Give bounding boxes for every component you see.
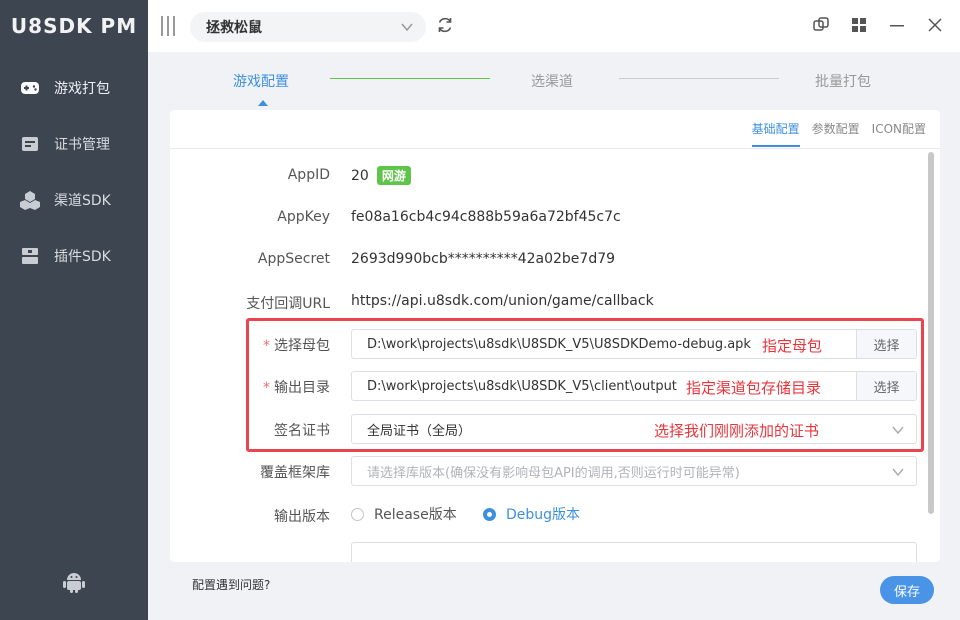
sidebar: U8SDK PM 游戏打包 证书管理 渠道SDK 插件SDK [0, 0, 148, 620]
tab-basic-config[interactable]: 基础配置 [751, 120, 800, 147]
certificate-icon [20, 134, 40, 154]
sidebar-item-label: 插件SDK [54, 249, 111, 265]
sidebar-item-plugin-sdk[interactable]: 插件SDK [0, 236, 148, 276]
plugin-icon [20, 246, 40, 266]
sidebar-item-label: 渠道SDK [54, 193, 111, 209]
sidebar-item-game-packaging[interactable]: 游戏打包 [0, 68, 148, 108]
chevron-down-icon [400, 20, 414, 38]
game-select-value: 拯救松鼠 [206, 20, 262, 36]
copy-window-icon[interactable] [812, 16, 830, 34]
appsecret-value: 2693d990bcb**********42a02be7d79 [351, 251, 616, 267]
scrollbar[interactable] [928, 152, 934, 514]
top-bar: 拯救松鼠 [148, 0, 960, 52]
android-icon[interactable] [62, 570, 86, 594]
grid-icon[interactable] [850, 16, 868, 34]
chevron-down-icon [892, 466, 904, 482]
step-batch-package[interactable]: 批量打包 [815, 71, 871, 91]
appid-value: 20 网游 [351, 166, 411, 185]
sidebar-item-label: 游戏打包 [54, 81, 110, 97]
active-step-caret [258, 100, 268, 106]
sidebar-item-certificates[interactable]: 证书管理 [0, 124, 148, 164]
highlight-box [246, 318, 924, 452]
appkey-value: fe08a16cb4c94c888b59a6a72bf45c7c [351, 209, 621, 225]
framework-select[interactable]: 请选择库版本(确保没有影响母包API的调用,否则运行时可能异常) [351, 456, 917, 486]
radio-debug-label: Debug版本 [506, 507, 581, 523]
minimize-icon[interactable] [888, 16, 906, 34]
gamepad-icon [20, 78, 40, 98]
radio-dot [351, 507, 364, 521]
step-connector [330, 78, 490, 79]
help-link[interactable]: 配置遇到问题? [192, 576, 270, 593]
step-connector [619, 78, 779, 79]
sidebar-item-label: 证书管理 [54, 137, 110, 153]
callback-url-value: https://api.u8sdk.com/union/game/callbac… [351, 293, 654, 309]
menu-icon[interactable] [160, 16, 176, 40]
game-select[interactable]: 拯救松鼠 [190, 12, 426, 42]
radio-debug[interactable]: Debug版本 [483, 504, 580, 524]
refresh-icon[interactable] [436, 16, 454, 38]
tab-icon-config[interactable]: ICON配置 [872, 120, 926, 147]
callback-url-label: 支付回调URL [246, 296, 330, 312]
appid-number: 20 [351, 168, 369, 184]
step-game-config[interactable]: 游戏配置 [233, 71, 289, 91]
framework-label: 覆盖框架库 [260, 465, 330, 481]
divider [170, 148, 940, 149]
close-icon[interactable] [926, 16, 944, 34]
radio-dot [483, 507, 496, 521]
sub-tabs: 基础配置 参数配置 ICON配置 [751, 120, 926, 147]
appid-label: AppID [287, 167, 330, 183]
appsecret-label: AppSecret [257, 251, 330, 267]
config-card: 基础配置 参数配置 ICON配置 AppID 20 网游 AppKey fe08a… [170, 110, 940, 562]
appkey-label: AppKey [277, 209, 330, 225]
step-select-channel[interactable]: 选渠道 [531, 71, 573, 91]
step-indicator: 游戏配置 选渠道 批量打包 [148, 52, 960, 108]
radio-release[interactable]: Release版本 [351, 504, 457, 524]
sidebar-item-channel-sdk[interactable]: 渠道SDK [0, 180, 148, 220]
game-type-badge: 网游 [376, 166, 411, 185]
build-version-label: 输出版本 [274, 509, 330, 525]
save-button[interactable]: 保存 [880, 576, 934, 604]
cubes-icon [20, 190, 40, 210]
radio-release-label: Release版本 [374, 507, 457, 523]
framework-placeholder: 请选择库版本(确保没有影响母包API的调用,否则运行时可能异常) [367, 465, 740, 481]
next-field[interactable] [351, 542, 917, 562]
app-brand: U8SDK PM [10, 14, 138, 38]
tab-param-config[interactable]: 参数配置 [812, 120, 860, 147]
